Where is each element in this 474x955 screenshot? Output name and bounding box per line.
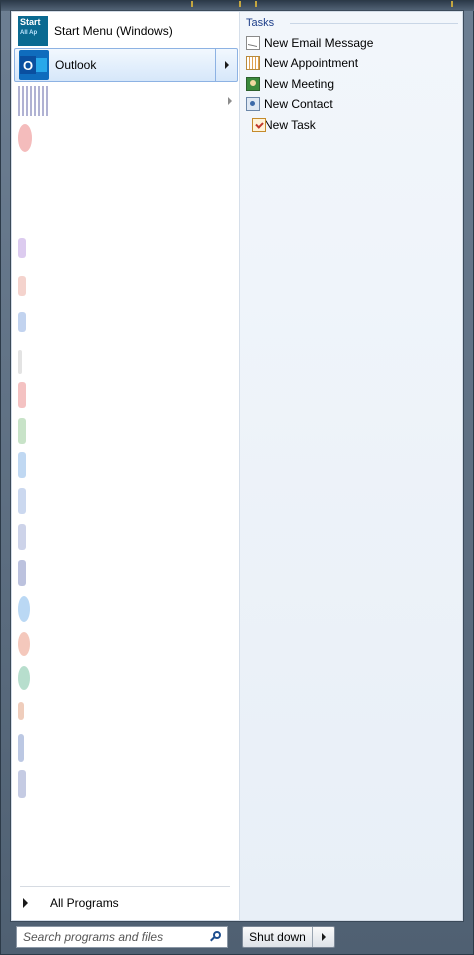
task-label: New Contact <box>264 97 333 111</box>
tasks-divider <box>290 23 458 24</box>
outlook-icon: O <box>19 50 49 80</box>
task-label: New Meeting <box>264 77 335 91</box>
teams-icon <box>18 86 48 116</box>
start-menu-bottom-bar: Shut down <box>10 922 464 955</box>
all-programs-button[interactable]: All Programs <box>18 892 233 914</box>
tray-tick <box>255 1 257 7</box>
tray-tick <box>191 1 193 7</box>
faded-app-icon[interactable] <box>18 560 26 586</box>
tray-tick <box>239 1 241 7</box>
all-programs-label: All Programs <box>50 896 119 910</box>
tasks-header: Tasks <box>246 17 275 29</box>
task-new-email[interactable]: New Email Message <box>246 34 373 52</box>
email-icon <box>246 36 260 50</box>
task-new-task[interactable]: New Task <box>246 116 316 134</box>
task-icon <box>252 118 266 132</box>
calendar-icon <box>246 56 260 70</box>
start-menu-panel: Start All Ap Start Menu (Windows) O Outl… <box>10 10 464 922</box>
programs-pane: Start All Ap Start Menu (Windows) O Outl… <box>12 12 239 920</box>
chevron-right-icon <box>321 933 326 941</box>
faded-app-icon[interactable] <box>18 596 30 622</box>
task-new-contact[interactable]: New Contact <box>246 95 333 113</box>
program-outlook[interactable]: O Outlook <box>14 48 238 82</box>
faded-app-icon[interactable] <box>18 418 26 444</box>
program-start-menu[interactable]: Start All Ap Start Menu (Windows) <box>14 14 238 48</box>
search-input[interactable] <box>23 930 203 944</box>
faded-app-icon[interactable] <box>18 312 26 332</box>
tray-tick <box>451 1 453 7</box>
task-new-appointment[interactable]: New Appointment <box>246 54 358 72</box>
faded-app-icon[interactable] <box>18 702 24 720</box>
faded-app-icon[interactable] <box>18 632 30 656</box>
faded-app-icon[interactable] <box>18 488 26 514</box>
task-label: New Task <box>264 118 316 132</box>
chevron-right-icon <box>228 97 232 105</box>
task-label: New Appointment <box>264 56 359 70</box>
task-label: New Email Message <box>264 36 374 50</box>
faded-app-icon[interactable] <box>18 350 22 374</box>
faded-app-icon[interactable] <box>18 276 26 296</box>
faded-app-icon[interactable] <box>18 452 26 478</box>
start-menu-icon: Start All Ap <box>18 16 48 46</box>
faded-app-icon[interactable] <box>18 238 26 258</box>
outlook-submenu-button[interactable] <box>215 48 237 82</box>
shutdown-button[interactable]: Shut down <box>243 927 313 947</box>
shutdown-button-group: Shut down <box>242 926 335 948</box>
program-label: Outlook <box>55 58 97 72</box>
contact-icon <box>246 97 260 111</box>
program-label: Start Menu (Windows) <box>54 24 173 38</box>
chevron-right-icon <box>23 898 28 908</box>
faded-app-icon[interactable] <box>18 666 30 690</box>
faded-app-icon[interactable] <box>18 382 26 408</box>
faded-app-icon[interactable] <box>18 124 32 152</box>
program-faded-teams[interactable] <box>14 84 238 118</box>
chevron-right-icon <box>224 61 229 69</box>
faded-app-icon[interactable] <box>18 770 26 798</box>
search-icon[interactable] <box>209 931 221 943</box>
all-programs-separator <box>20 886 230 887</box>
faded-app-icon[interactable] <box>18 734 24 762</box>
meeting-icon <box>246 77 260 91</box>
shutdown-options-button[interactable] <box>313 933 334 941</box>
faded-app-icon[interactable] <box>18 524 26 550</box>
jump-list-pane: Tasks New Email Message New Appointment … <box>239 12 462 920</box>
task-new-meeting[interactable]: New Meeting <box>246 75 334 93</box>
search-box[interactable] <box>16 926 228 948</box>
